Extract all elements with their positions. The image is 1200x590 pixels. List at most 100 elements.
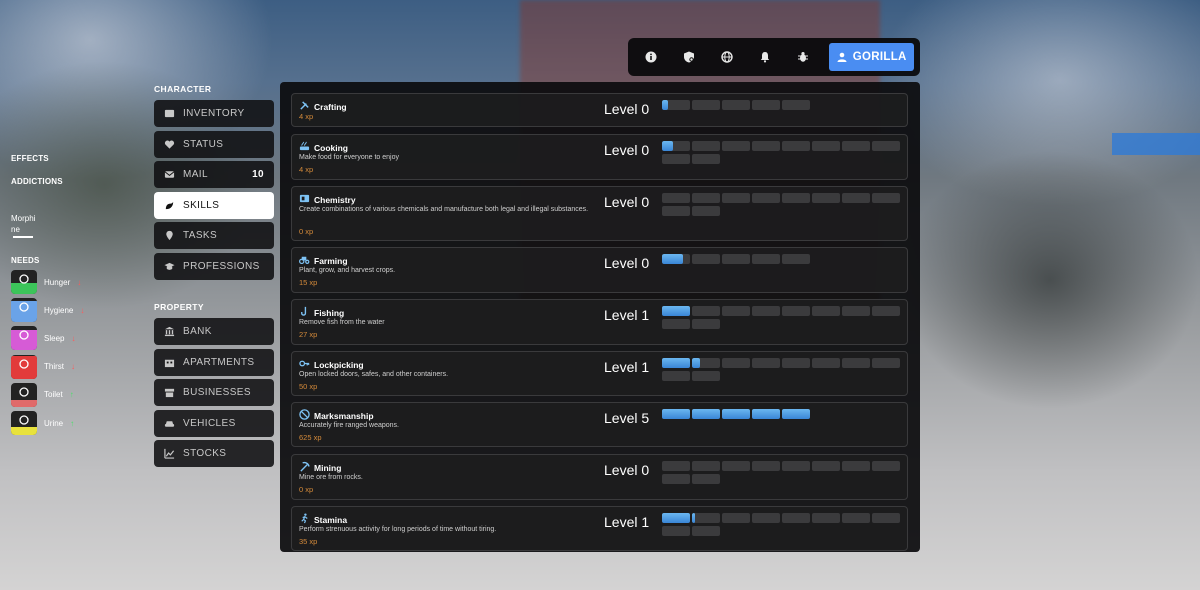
menu-item-professions[interactable]: PROFESSIONS	[154, 252, 274, 280]
menu-item-bank[interactable]: BANK	[154, 318, 274, 345]
progress-segment	[812, 306, 840, 316]
skill-level: Level 0	[604, 101, 650, 117]
progress-segment-fill	[662, 141, 674, 151]
menu-item-businesses[interactable]: BUSINESSES	[154, 379, 274, 406]
progress-segment	[812, 141, 840, 151]
user-profile-button[interactable]: GORILLA	[829, 43, 914, 71]
skill-name-label: Fishing	[314, 307, 345, 318]
need-meter	[11, 270, 37, 294]
menu-item-label: BANK	[183, 326, 212, 337]
bug-icon[interactable]	[784, 42, 822, 72]
skill-xp: 0 xp	[299, 227, 314, 236]
skill-xp: 50 xp	[299, 382, 318, 391]
need-meter	[11, 298, 37, 323]
arrow-down-icon: ↓	[71, 362, 75, 372]
mail-count-badge: 10	[252, 169, 264, 180]
progress-segment	[692, 409, 720, 419]
menu-item-label: BUSINESSES	[183, 387, 251, 398]
toilet-icon	[11, 386, 37, 401]
progress-segment	[692, 306, 720, 316]
arrow-up-icon: ↑	[70, 418, 75, 428]
progress-segment	[842, 513, 870, 523]
progress-segment	[692, 513, 720, 523]
skill-description: Open locked doors, safes, and other cont…	[299, 371, 449, 378]
progress-segment	[842, 461, 870, 471]
progress-segment	[752, 358, 780, 368]
menu-item-skills[interactable]: SKILLS	[154, 191, 274, 219]
menu-item-mail[interactable]: MAIL 10	[154, 161, 274, 188]
food-icon	[11, 273, 37, 288]
progress-segment	[662, 526, 690, 536]
progress-segment	[752, 461, 780, 471]
skill-xp: 27 xp	[299, 330, 318, 339]
skill-lockpicking: Lockpicking Open locked doors, safes, and…	[291, 351, 908, 396]
shield-icon[interactable]	[670, 42, 708, 72]
skill-crafting: Crafting 4 xp Level 0	[291, 93, 908, 127]
progress-segment	[722, 409, 750, 419]
skill-mining: Mining Mine ore from rocks. 0 xp Level 0	[291, 454, 908, 500]
faucet-icon	[11, 414, 37, 429]
need-thirst: Thirst ↓	[11, 354, 75, 379]
need-label: Toilet	[44, 390, 63, 400]
progress-segment	[842, 306, 870, 316]
skill-progress-bar	[662, 409, 902, 419]
progress-segment	[662, 371, 690, 381]
globe-icon[interactable]	[708, 42, 746, 72]
skill-level: Level 0	[604, 255, 650, 271]
character-title: CHARACTER	[154, 84, 212, 94]
skill-level: Level 1	[604, 359, 650, 375]
progress-segment	[782, 193, 810, 203]
progress-segment	[872, 358, 900, 368]
arrow-down-icon: ↓	[71, 333, 76, 343]
need-meter	[11, 411, 37, 435]
progress-segment	[662, 141, 690, 151]
progress-segment	[872, 306, 900, 316]
arrow-down-icon: ↓	[77, 277, 82, 287]
progress-segment	[782, 461, 810, 471]
progress-segment	[692, 358, 720, 368]
progress-segment	[662, 513, 690, 523]
skill-fishing: Fishing Remove fish from the water 27 xp Le…	[291, 299, 908, 345]
skill-name-label: Lockpicking	[314, 359, 364, 370]
menu-item-tasks[interactable]: TASKS	[154, 222, 274, 249]
skill-level: Level 1	[604, 514, 650, 530]
skill-description: Create combinations of various chemicals…	[299, 206, 589, 213]
progress-segment	[662, 358, 690, 368]
arrow-down-icon: ↓	[80, 305, 85, 315]
need-label: Urine	[44, 418, 64, 428]
progress-segment	[752, 306, 780, 316]
need-sleep: Sleep ↓	[11, 326, 76, 351]
menu-item-status[interactable]: STATUS	[154, 130, 274, 158]
menu-item-stocks[interactable]: STOCKS	[154, 440, 274, 467]
menu-item-apartments[interactable]: APARTMENTS	[154, 348, 274, 376]
progress-segment	[782, 100, 810, 110]
menu-item-vehicles[interactable]: VEHICLES	[154, 409, 274, 437]
progress-segment-fill	[692, 513, 696, 523]
need-label: Hygiene	[44, 305, 74, 315]
needs-label: NEEDS	[11, 256, 40, 265]
progress-segment	[782, 358, 810, 368]
progress-segment	[692, 206, 720, 216]
progress-segment	[722, 141, 750, 151]
progress-segment	[782, 254, 810, 264]
skill-xp: 0 xp	[299, 485, 314, 494]
menu-item-label: INVENTORY	[183, 108, 245, 119]
need-toilet: Toilet ↑	[11, 382, 74, 407]
effects-label: EFFECTS	[11, 154, 49, 163]
menu-item-inventory[interactable]: INVENTORY	[154, 100, 274, 127]
need-meter	[11, 382, 37, 407]
store-icon	[163, 387, 175, 399]
skill-name-label: Chemistry	[314, 194, 356, 205]
skill-level: Level 0	[604, 462, 650, 478]
progress-segment	[722, 358, 750, 368]
top-toolbar: GORILLA	[628, 38, 920, 76]
bell-icon[interactable]	[746, 42, 784, 72]
progress-segment	[752, 409, 780, 419]
tasks-icon	[163, 230, 175, 242]
skill-progress-bar	[662, 141, 902, 164]
info-icon[interactable]	[632, 42, 670, 72]
progress-segment	[782, 513, 810, 523]
progress-segment	[782, 409, 810, 419]
cup-icon	[11, 358, 37, 373]
background-trees-right	[900, 150, 1200, 410]
